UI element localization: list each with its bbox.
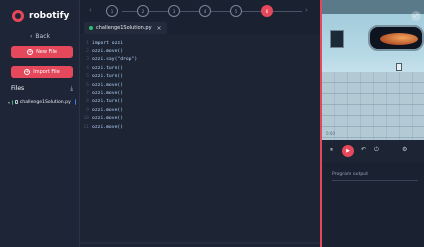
code-editor[interactable]: challenge1Solution.py × 1 import ozzi 2 oz… (80, 22, 320, 247)
code-line: 8 ozzi.turn() (86, 99, 124, 105)
step-6-active[interactable]: 6 (261, 5, 273, 17)
app-root: robotify ‹ Back + New File + Import File… (0, 0, 424, 247)
code-area[interactable]: 1 import ozzi 2 ozzi.move() 3 ozzi.say("dro… (80, 39, 320, 131)
robot-figure (396, 63, 402, 71)
wall-panel (330, 30, 344, 48)
import-file-label: Import File (33, 69, 60, 75)
file-status-badge (74, 99, 76, 105)
brand[interactable]: robotify (12, 10, 69, 22)
stepper-line (122, 11, 302, 12)
code-line: 11 ozzi.move() (83, 124, 124, 130)
back-arrow-icon: ‹ (30, 33, 33, 40)
plus-circle-icon: + (24, 68, 31, 75)
robotify-logo-icon (12, 10, 24, 22)
output-underline (332, 180, 418, 181)
python-file-icon (89, 26, 93, 30)
sidebar: robotify ‹ Back + New File + Import File… (0, 0, 80, 247)
editor-tab-label: challenge1Solution.py (96, 25, 152, 31)
settings-icon[interactable]: ⚙ (402, 146, 407, 153)
sim-time: 0:00 (326, 131, 335, 136)
upload-icon[interactable]: ⤓ (70, 85, 73, 93)
planet-image (380, 33, 418, 45)
room-ceiling (322, 0, 424, 14)
check-circle-icon (12, 99, 13, 105)
output-placeholder: Program output (332, 172, 368, 177)
editor-scrollbar[interactable] (80, 242, 320, 244)
challenge-stepper: ‹ 1 2 3 4 5 6 › (80, 0, 320, 22)
import-file-button[interactable]: + Import File (11, 66, 73, 78)
code-line: 9 ozzi.move() (86, 107, 124, 113)
step-5[interactable]: 5 (230, 5, 242, 17)
editor-tab[interactable]: challenge1Solution.py × (84, 22, 167, 34)
step-4[interactable]: 4 (199, 5, 211, 17)
editor-tabbar: challenge1Solution.py × (80, 22, 320, 34)
simulator-view[interactable]: ⤢ 0:00 (322, 0, 424, 140)
file-item-label: challenge1Solution.py (19, 99, 71, 105)
back-label: Back (35, 33, 50, 40)
back-button[interactable]: ‹ Back (30, 33, 50, 40)
wall-screen (368, 25, 424, 51)
files-heading: Files (11, 85, 25, 92)
prev-step-icon[interactable]: ‹ (89, 6, 92, 14)
code-line: 5 ozzi.turn() (86, 74, 124, 80)
next-step-icon[interactable]: › (305, 6, 308, 14)
brand-name: robotify (29, 11, 70, 21)
step-1[interactable]: 1 (106, 5, 118, 17)
close-icon[interactable]: × (157, 25, 162, 32)
run-icon[interactable]: ▶ (342, 145, 354, 157)
plus-circle-icon: + (27, 48, 34, 55)
undo-icon[interactable]: ↶ (361, 146, 366, 153)
code-line: 10 ozzi.move() (83, 116, 124, 122)
code-line: 7 ozzi.move() (86, 91, 124, 97)
sim-controls: ⏸ ▶ ↶ ⏻ ⚙ (322, 140, 424, 162)
folder-icon (15, 100, 18, 104)
expand-icon[interactable]: ⤢ (411, 11, 421, 21)
files-header: Files ⤓ (11, 85, 73, 93)
program-output: Program output (322, 162, 424, 247)
code-line: 2 ozzi.move() (86, 49, 124, 55)
power-icon[interactable]: ⏻ (374, 146, 379, 154)
code-line: 1 import ozzi (86, 40, 124, 46)
code-line: 3 ozzi.say("drop") (86, 57, 138, 63)
step-2[interactable]: 2 (137, 5, 149, 17)
floor-grid (322, 72, 424, 140)
code-line: 4 ozzi.turn() (86, 65, 124, 71)
chevron-down-icon[interactable]: ▾ (8, 100, 10, 105)
code-line: 6 ozzi.move() (86, 82, 124, 88)
step-3[interactable]: 3 (168, 5, 180, 17)
file-tree-item[interactable]: ▾ challenge1Solution.py (8, 99, 76, 105)
new-file-button[interactable]: + New File (11, 46, 73, 58)
pause-icon[interactable]: ⏸ (330, 146, 333, 154)
new-file-label: New File (36, 49, 57, 55)
